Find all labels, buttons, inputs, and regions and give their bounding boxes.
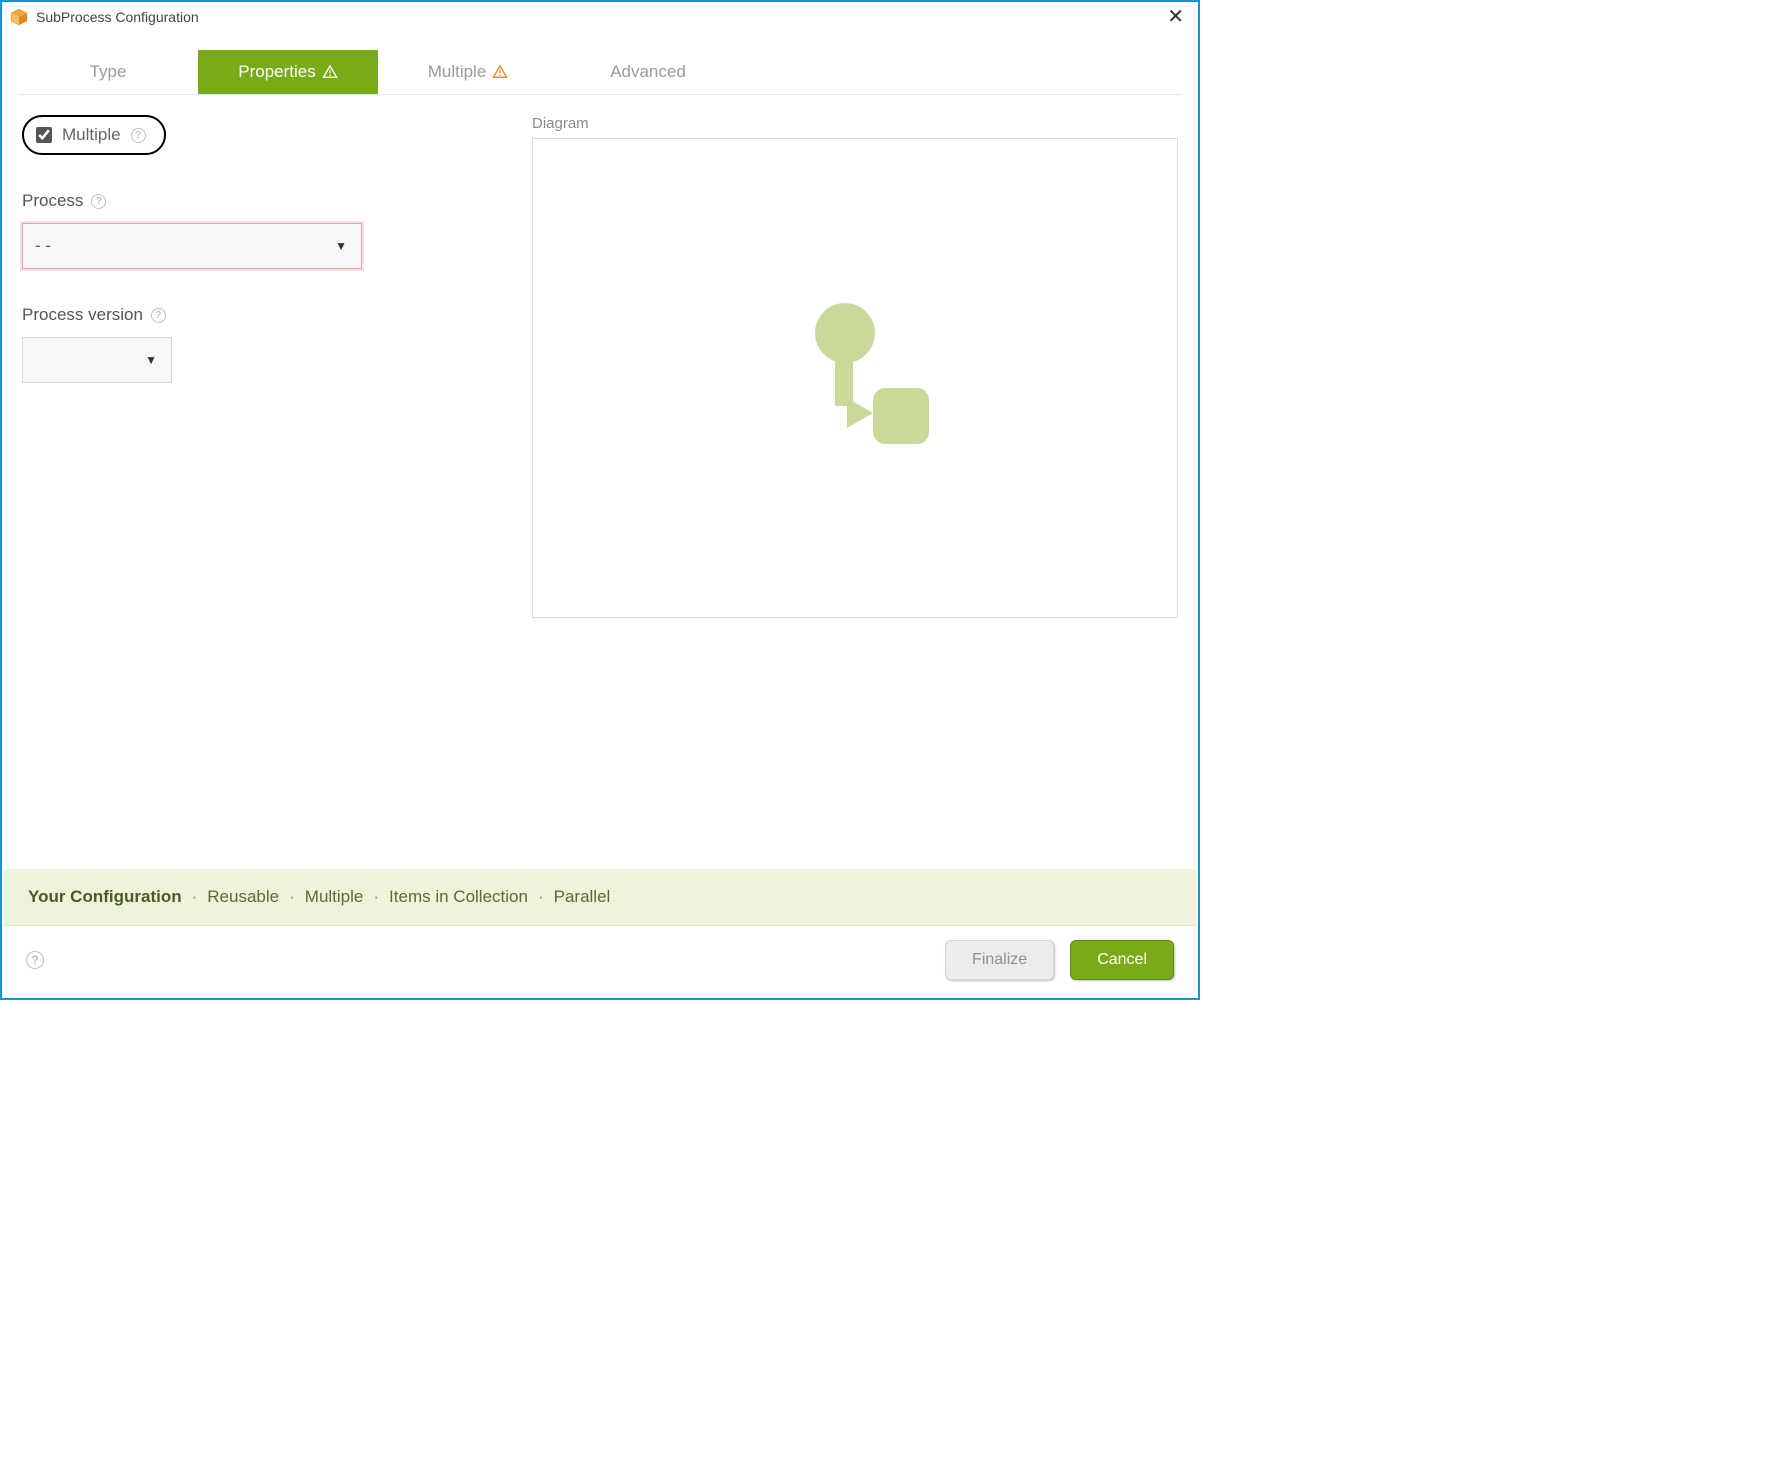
process-version-label: Process version [22, 305, 143, 325]
summary-title: Your Configuration [28, 887, 182, 907]
dialog-window: SubProcess Configuration ✕ Type Properti… [0, 0, 1200, 1000]
right-column: Diagram [532, 115, 1178, 859]
summary-item: Items in Collection [389, 887, 528, 907]
titlebar: SubProcess Configuration ✕ [2, 2, 1198, 30]
help-icon[interactable]: ? [26, 951, 44, 969]
separator-dot: · [192, 887, 198, 907]
tab-bar: Type Properties Multiple Advanced [18, 50, 1182, 95]
body: Multiple ? Process ? - - ▼ Process versi… [2, 95, 1198, 869]
process-select[interactable]: - - ▼ [22, 223, 362, 269]
process-label-row: Process ? [22, 191, 502, 211]
help-icon[interactable]: ? [131, 128, 146, 143]
tab-advanced[interactable]: Advanced [558, 50, 738, 94]
diagram-preview [532, 138, 1178, 618]
tab-advanced-label: Advanced [610, 62, 686, 82]
tab-properties-label: Properties [238, 62, 315, 82]
process-version-field: Process version ? ▼ [22, 305, 502, 383]
tab-multiple[interactable]: Multiple [378, 50, 558, 94]
summary-item: Parallel [554, 887, 611, 907]
summary-item: Reusable [207, 887, 279, 907]
cancel-button[interactable]: Cancel [1070, 940, 1174, 980]
process-field: Process ? - - ▼ [22, 191, 502, 269]
process-version-label-row: Process version ? [22, 305, 502, 325]
separator-dot: · [289, 887, 295, 907]
process-select-value: - - [35, 236, 51, 256]
tab-properties[interactable]: Properties [198, 50, 378, 94]
tab-multiple-label: Multiple [428, 62, 487, 82]
summary-item: Multiple [305, 887, 364, 907]
multiple-checkbox-label: Multiple [62, 125, 121, 145]
diagram-label: Diagram [532, 115, 1178, 132]
process-version-select[interactable]: ▼ [22, 337, 172, 383]
help-icon[interactable]: ? [151, 308, 166, 323]
warning-icon [322, 64, 338, 80]
process-label: Process [22, 191, 83, 211]
chevron-down-icon: ▼ [145, 353, 157, 367]
window-title: SubProcess Configuration [36, 9, 199, 25]
diagram-placeholder-icon [755, 278, 955, 478]
chevron-down-icon: ▼ [335, 239, 347, 253]
finalize-button[interactable]: Finalize [945, 940, 1054, 980]
tab-type-label: Type [90, 62, 127, 82]
separator-dot: · [538, 887, 544, 907]
configuration-summary: Your Configuration · Reusable · Multiple… [4, 869, 1196, 926]
separator-dot: · [373, 887, 379, 907]
multiple-checkbox[interactable] [36, 127, 52, 143]
help-icon[interactable]: ? [91, 194, 106, 209]
left-column: Multiple ? Process ? - - ▼ Process versi… [22, 115, 502, 859]
warning-icon [492, 64, 508, 80]
app-icon [10, 8, 28, 26]
close-button[interactable]: ✕ [1163, 9, 1188, 25]
multiple-toggle-group: Multiple ? [22, 115, 166, 155]
tab-type[interactable]: Type [18, 50, 198, 94]
footer: ? Finalize Cancel [2, 926, 1198, 998]
